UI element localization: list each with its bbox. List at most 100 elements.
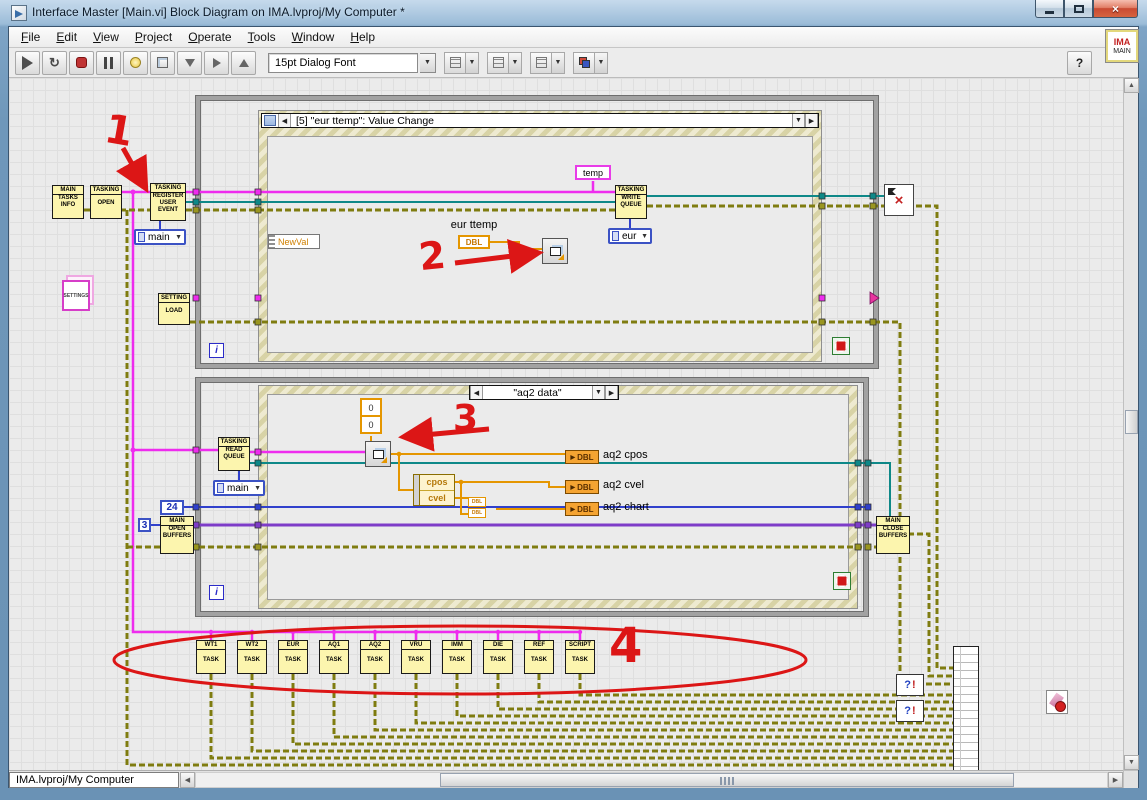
task-node-script[interactable]: SCRIPT TASK xyxy=(565,640,595,674)
run-button[interactable] xyxy=(15,50,40,75)
node-main-tasks-info[interactable]: MAIN TASKS INFO xyxy=(52,185,84,219)
node-tasking-open[interactable]: TASKING OPEN xyxy=(90,185,122,219)
step-into-button[interactable] xyxy=(177,50,202,75)
task-node-aq2[interactable]: AQ2 TASK xyxy=(360,640,390,674)
scroll-down-icon[interactable]: ▼ xyxy=(1124,755,1139,770)
error-handler-icon[interactable]: ? ! xyxy=(896,674,924,696)
run-continuous-button[interactable]: ↻ xyxy=(42,50,67,75)
highlight-execution-button[interactable] xyxy=(123,50,148,75)
font-dropdown-arrow-icon[interactable]: ▼ xyxy=(420,52,436,73)
unbundle-by-name-node[interactable]: cpos cvel xyxy=(413,474,455,506)
dropdown-arrow-icon: ▼ xyxy=(641,232,648,240)
eur-ttemp-dbl-terminal[interactable]: DBL xyxy=(458,235,490,249)
menu-operate[interactable]: Operate xyxy=(180,28,239,46)
scroll-up-icon[interactable]: ▲ xyxy=(1124,78,1139,93)
horizontal-scroll-track[interactable] xyxy=(195,772,1108,788)
unbundle-row-cpos[interactable]: cpos xyxy=(420,475,454,491)
task-node-imm[interactable]: IMM TASK xyxy=(442,640,472,674)
retain-wire-values-button[interactable] xyxy=(150,50,175,75)
unbundle-row-cvel[interactable]: cvel xyxy=(420,491,454,506)
node-line: INFO xyxy=(60,202,76,208)
menu-view[interactable]: View xyxy=(85,28,127,46)
step-over-button[interactable] xyxy=(204,50,229,75)
scroll-right-icon[interactable]: ▶ xyxy=(1108,772,1123,788)
eur-ttemp-label: eur ttemp xyxy=(450,219,498,231)
task-name: AQ2 xyxy=(361,641,389,650)
font-selector[interactable]: 15pt Dialog Font xyxy=(268,52,418,73)
aq2-cpos-terminal[interactable]: ▶ DBL xyxy=(565,450,599,464)
iteration-terminal-bottom[interactable]: i xyxy=(209,585,224,600)
node-tasking-read-queue[interactable]: TASKING READ QUEUE xyxy=(218,437,250,471)
dropdown-arrow-icon: ▼ xyxy=(175,233,182,241)
task-word: TASK xyxy=(285,657,301,663)
task-node-aq1[interactable]: AQ1 TASK xyxy=(319,640,349,674)
node-line: OPEN xyxy=(97,200,115,206)
enum-eur[interactable]: eur ▼ xyxy=(608,228,652,244)
annotation-number-2: 2 xyxy=(416,232,448,280)
close-button[interactable]: × xyxy=(1093,0,1138,18)
variant-to-data-icon[interactable] xyxy=(365,441,391,467)
pause-button[interactable] xyxy=(96,50,121,75)
menu-edit[interactable]: Edit xyxy=(48,28,85,46)
unregister-events-icon[interactable]: × xyxy=(884,184,914,216)
settings-cube-node[interactable]: SETTINGS xyxy=(62,275,96,313)
maximize-button[interactable] xyxy=(1064,0,1093,18)
node-main-open-buffers[interactable]: MAIN OPEN BUFFERS xyxy=(160,516,194,554)
task-node-die[interactable]: DIE TASK xyxy=(483,640,513,674)
clear-errors-icon[interactable] xyxy=(1046,690,1068,714)
vertical-scroll-thumb[interactable] xyxy=(1125,410,1138,434)
help-button[interactable]: ? xyxy=(1067,50,1092,75)
error-handler-icon[interactable]: ? ! xyxy=(896,700,924,722)
task-node-ref[interactable]: REF TASK xyxy=(524,640,554,674)
node-tasking-write-queue[interactable]: TASKING WRITE QUEUE xyxy=(615,185,647,219)
distribute-objects-button[interactable]: ▼ xyxy=(487,51,522,74)
merge-errors-array-node[interactable] xyxy=(953,646,979,770)
node-register-user-event[interactable]: TASKING REGISTER USER EVENT xyxy=(150,183,186,221)
array-cell[interactable]: 0 xyxy=(360,415,382,434)
constant-3[interactable]: 3 xyxy=(138,518,151,532)
menu-file[interactable]: File xyxy=(13,28,48,46)
vi-icon[interactable]: IMA MAIN xyxy=(1105,29,1139,63)
temp-label[interactable]: temp xyxy=(575,165,611,180)
task-node-vru[interactable]: VRU TASK xyxy=(401,640,431,674)
node-setting-load[interactable]: SETTING LOAD xyxy=(158,293,190,325)
loop-condition-terminal-bottom[interactable] xyxy=(833,572,851,590)
reorder-button[interactable]: ▼ xyxy=(573,51,608,74)
resize-objects-button[interactable]: ▼ xyxy=(530,51,565,74)
stop-sign-icon xyxy=(836,575,848,587)
light-bulb-icon xyxy=(130,57,141,68)
project-context-tab[interactable]: IMA.lvproj/My Computer xyxy=(9,772,179,788)
task-node-wt2[interactable]: WT2 TASK xyxy=(237,640,267,674)
event-data-node-newval[interactable]: NewVal xyxy=(268,234,320,249)
to-variant-icon[interactable] xyxy=(542,238,568,264)
menu-window[interactable]: Window xyxy=(284,28,343,46)
menu-help[interactable]: Help xyxy=(342,28,383,46)
step-out-button[interactable] xyxy=(231,50,256,75)
align-objects-button[interactable]: ▼ xyxy=(444,51,479,74)
abort-button[interactable] xyxy=(69,50,94,75)
minimize-button[interactable] xyxy=(1035,0,1064,18)
aq2-cvel-terminal[interactable]: ▶ DBL xyxy=(565,480,599,494)
horizontal-scroll-thumb[interactable] xyxy=(440,773,1014,787)
menu-project[interactable]: Project xyxy=(127,28,180,46)
iteration-terminal-top[interactable]: i xyxy=(209,343,224,358)
build-array-node[interactable]: DBL DBL xyxy=(468,497,486,518)
labview-app-icon[interactable] xyxy=(11,5,27,21)
enum-main-top[interactable]: main ▼ xyxy=(134,229,186,245)
annotation-number-3: 3 xyxy=(453,398,479,439)
node-header: TASKING xyxy=(616,187,646,195)
menu-tools[interactable]: Tools xyxy=(240,28,284,46)
task-node-wt1[interactable]: WT1 TASK xyxy=(196,640,226,674)
vertical-scrollbar[interactable]: ▲ ▼ xyxy=(1123,78,1139,770)
aq2-chart-terminal[interactable]: ▶ DBL xyxy=(565,502,599,516)
task-node-eur[interactable]: EUR TASK xyxy=(278,640,308,674)
scroll-left-icon[interactable]: ◀ xyxy=(180,772,195,788)
block-diagram-canvas[interactable]: ◀ [5] "eur ttemp": Value Change ▼ ▶ ◀ "a… xyxy=(9,78,1123,770)
constant-24[interactable]: 24 xyxy=(160,500,184,515)
loop-condition-terminal-top[interactable] xyxy=(832,337,850,355)
task-name: SCRIPT xyxy=(566,641,594,650)
node-line: QUEUE xyxy=(620,202,642,208)
enum-main-bottom[interactable]: main ▼ xyxy=(213,480,265,496)
array-constant[interactable]: 0 0 xyxy=(360,398,382,434)
node-main-close-buffers[interactable]: MAIN CLOSE BUFFERS xyxy=(876,516,910,554)
